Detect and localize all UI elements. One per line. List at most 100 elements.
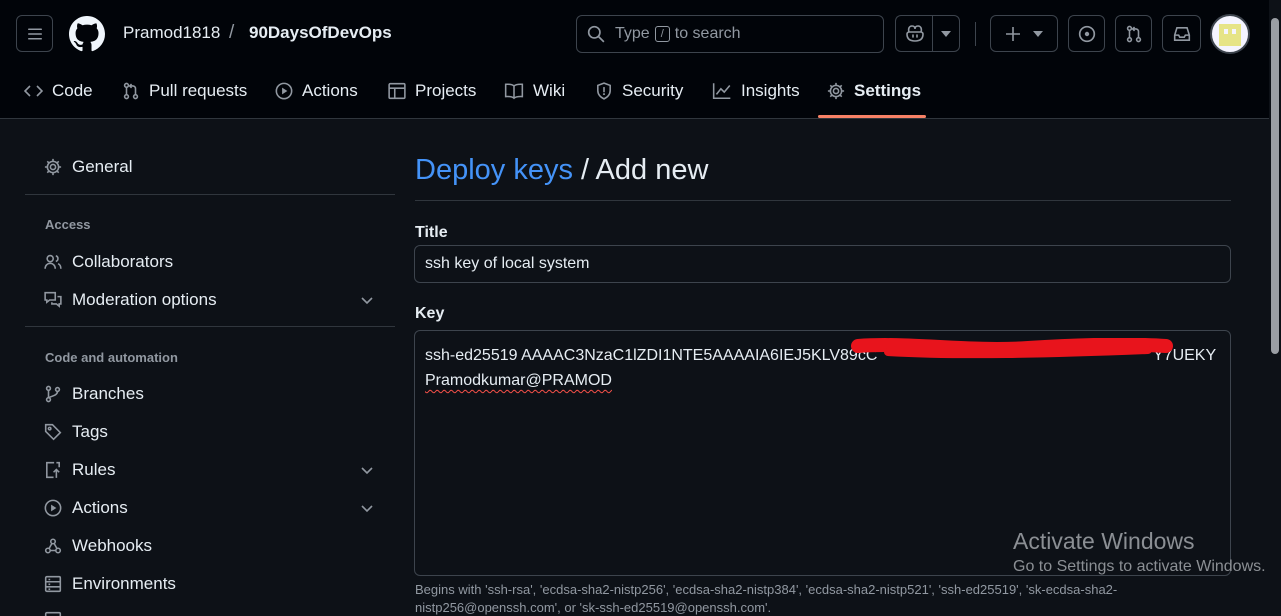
breadcrumb-owner[interactable]: Pramod1818 (123, 23, 220, 43)
webhook-icon (44, 538, 62, 554)
triangle-down-icon (941, 30, 951, 37)
tab-label: Insights (741, 81, 800, 100)
search-prefix: Type (615, 25, 650, 42)
tab-insights[interactable]: Insights (712, 78, 800, 104)
tab-wiki[interactable]: Wiki (504, 78, 565, 104)
tab-label: Actions (302, 81, 358, 100)
sidebar-item-label: Tags (72, 422, 108, 441)
sidebar-item-label: Actions (72, 498, 128, 517)
create-new-button[interactable] (990, 15, 1058, 52)
git-pull-request-icon (1126, 25, 1141, 42)
github-logo-icon[interactable] (69, 16, 105, 52)
issues-button[interactable] (1068, 15, 1105, 52)
page-scrollbar[interactable] (1269, 0, 1281, 616)
search-input[interactable]: Type / to search (576, 15, 884, 53)
search-suffix: to search (674, 25, 741, 42)
sidebar-divider (25, 326, 395, 327)
sidebar-item-label: Webhooks (72, 536, 153, 555)
sidebar-item-rules[interactable]: Rules (44, 456, 115, 484)
play-icon (275, 82, 293, 100)
page-title: Deploy keys / Add new (415, 154, 708, 187)
chevron-down-icon[interactable] (359, 462, 375, 478)
sidebar-item-label: Branches (72, 384, 144, 403)
tab-code[interactable]: Code (24, 78, 93, 104)
title-input[interactable]: ssh key of local system (414, 245, 1231, 283)
tab-label: Wiki (533, 81, 566, 100)
sidebar-item-actions[interactable]: Actions (44, 494, 128, 522)
activate-windows-watermark: Activate Windows Go to Settings to activ… (1013, 528, 1266, 576)
key-field-label: Key (415, 305, 445, 322)
search-shortcut-key: / (654, 26, 670, 42)
inbox-button[interactable] (1162, 15, 1201, 52)
tag-icon (44, 423, 62, 441)
tab-projects[interactable]: Projects (388, 78, 476, 104)
key-text-line1: ssh-ed25519 AAAAC3NzaC1lZDI1NTE5AAAAIA6I… (425, 347, 878, 364)
table-icon (388, 82, 406, 100)
git-pull-request-icon (123, 82, 139, 100)
key-help-text: Begins with 'ssh-rsa', 'ecdsa-sha2-nistp… (415, 582, 1118, 615)
sidebar-item-cutoff[interactable] (44, 606, 62, 616)
tab-label: Projects (415, 81, 477, 100)
header-divider (975, 22, 976, 46)
book-icon (504, 83, 524, 100)
graph-icon (712, 83, 731, 99)
watermark-line1: Activate Windows (1013, 528, 1195, 554)
breadcrumb-repo[interactable]: 90DaysOfDevOps (249, 23, 392, 43)
scrollbar-thumb[interactable] (1271, 18, 1279, 354)
tab-pull-requests[interactable]: Pull requests (122, 78, 247, 104)
key-text-line1-tail: Y7UEKY (1153, 347, 1217, 364)
sidebar-item-general[interactable]: General (44, 153, 132, 181)
sidebar-heading-code-and-automation: Code and automation (45, 350, 178, 365)
tab-label: Code (52, 81, 93, 100)
tab-settings[interactable]: Settings (827, 78, 921, 104)
sidebar-item-label: General (72, 157, 133, 176)
sidebar-item-label: Collaborators (72, 252, 174, 271)
pull-requests-button[interactable] (1115, 15, 1152, 52)
breadcrumb-separator: / (229, 22, 235, 43)
server-icon (44, 575, 62, 593)
play-icon (44, 499, 62, 517)
copilot-dropdown-button[interactable] (932, 15, 960, 52)
sidebar-divider (25, 194, 395, 195)
issue-opened-icon (1078, 25, 1095, 42)
tab-label: Settings (854, 81, 922, 100)
shield-icon (597, 82, 611, 100)
menu-button[interactable] (16, 15, 53, 52)
gear-icon (44, 158, 62, 176)
gear-icon (827, 82, 845, 100)
inbox-icon (1173, 26, 1190, 41)
user-avatar[interactable] (1210, 14, 1250, 54)
avatar-identicon (1219, 24, 1241, 46)
triangle-down-icon (1033, 30, 1043, 37)
deploy-keys-link[interactable]: Deploy keys (415, 154, 573, 186)
hamburger-icon (27, 28, 42, 39)
tab-label: Security (622, 81, 684, 100)
title-divider (415, 200, 1231, 201)
copilot-icon (905, 24, 924, 42)
selected-tab-indicator (818, 115, 926, 118)
key-text-line2: Pramodkumar@PRAMOD (425, 372, 612, 389)
global-header: Pramod1818 / 90DaysOfDevOps Type / to se… (0, 0, 1281, 119)
comment-discussion-icon (44, 291, 62, 308)
sidebar-item-branches[interactable]: Branches (44, 380, 144, 408)
tab-security[interactable]: Security (595, 78, 683, 104)
repo-push-icon (46, 461, 60, 479)
tab-actions[interactable]: Actions (275, 78, 358, 104)
chevron-down-icon[interactable] (359, 500, 375, 516)
plus-icon (1006, 26, 1020, 41)
sidebar-item-collaborators[interactable]: Collaborators (44, 248, 173, 276)
sidebar-item-tags[interactable]: Tags (44, 418, 108, 446)
sidebar-item-webhooks[interactable]: Webhooks (44, 532, 152, 560)
chevron-down-icon[interactable] (359, 292, 375, 308)
watermark-line2: Go to Settings to activate Windows. (1013, 558, 1266, 575)
git-branch-icon (45, 385, 61, 403)
sidebar-item-label: Rules (72, 460, 116, 479)
codespaces-icon (44, 611, 62, 616)
sidebar-item-environments[interactable]: Environments (44, 570, 176, 598)
search-icon (587, 25, 605, 43)
sidebar-item-moderation-options[interactable]: Moderation options (44, 286, 217, 314)
sidebar-heading-access: Access (45, 217, 91, 232)
page-title-suffix: / Add new (581, 154, 709, 186)
copilot-button[interactable] (895, 15, 933, 52)
title-field-label: Title (415, 224, 448, 241)
